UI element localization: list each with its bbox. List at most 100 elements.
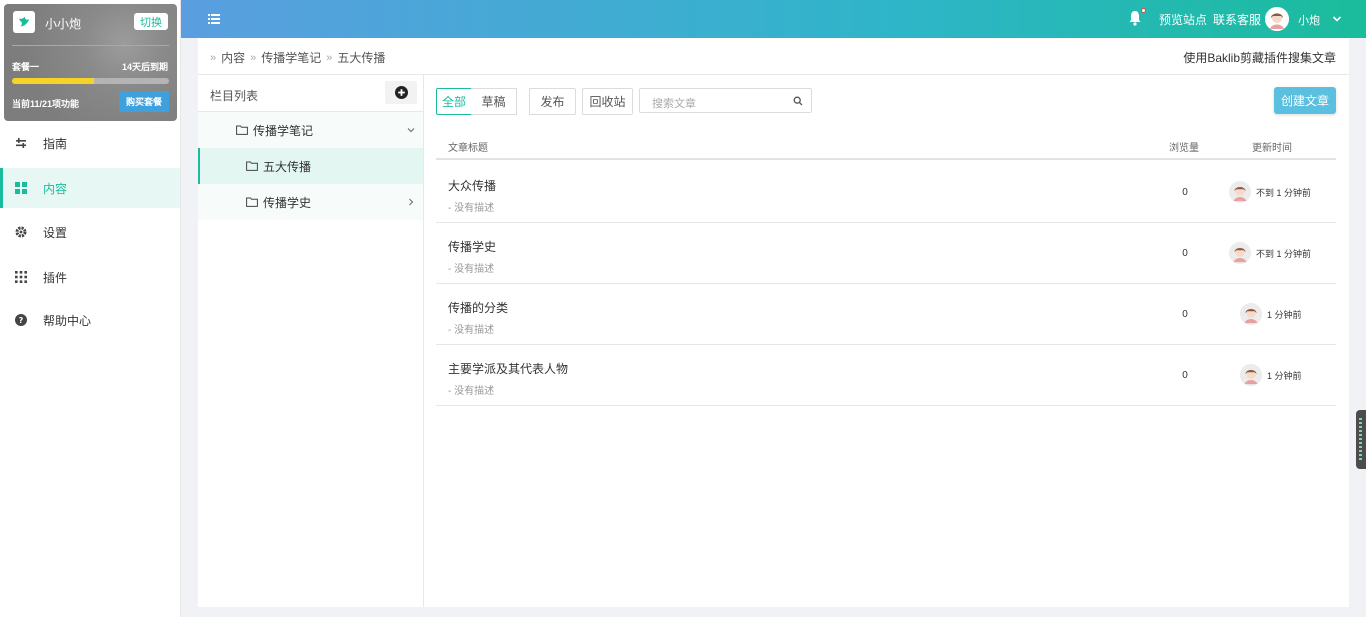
article-updated: 不到 1 分钟前 bbox=[1229, 242, 1311, 264]
updated-time: 不到 1 分钟前 bbox=[1256, 248, 1312, 259]
menu-list-icon[interactable] bbox=[208, 13, 220, 25]
column-header-title: 文章标题 bbox=[448, 143, 488, 154]
article-description: - 没有描述 bbox=[448, 386, 495, 397]
sidebar-item-settings[interactable]: 设置 bbox=[0, 212, 180, 252]
article-views: 0 bbox=[1182, 248, 1188, 259]
article-title[interactable]: 大众传播 bbox=[448, 177, 496, 194]
article-title[interactable]: 传播学史 bbox=[448, 238, 496, 255]
avatar bbox=[1229, 181, 1251, 203]
sidebar-item-label: 帮助中心 bbox=[43, 313, 92, 328]
plan-expire-text: 14天后到期 bbox=[121, 62, 168, 72]
notification-dot bbox=[1141, 8, 1146, 13]
tree-header: 栏目列表 bbox=[198, 75, 423, 112]
breadcrumb-item[interactable]: 内容 bbox=[221, 49, 245, 66]
article-description: - 没有描述 bbox=[448, 325, 495, 336]
account-name: 小小炮 bbox=[45, 17, 82, 31]
create-article-button[interactable]: 创建文章 bbox=[1274, 87, 1336, 114]
account-card: 小小炮 切换 套餐一 14天后到期 当前11/21项功能 购买套餐 bbox=[4, 4, 177, 121]
plan-usage-text: 当前11/21项功能 bbox=[12, 99, 80, 109]
sidebar-item-label: 内容 bbox=[43, 181, 68, 196]
plus-circle-icon bbox=[394, 86, 408, 99]
updated-time: 1 分钟前 bbox=[1267, 309, 1302, 320]
article-description: - 没有描述 bbox=[448, 264, 495, 275]
tree-node-label: 传播学史 bbox=[263, 195, 312, 210]
table-row[interactable]: 传播的分类 - 没有描述 0 1 分钟前 bbox=[436, 284, 1336, 345]
search-input[interactable]: 搜索文章 bbox=[639, 88, 812, 113]
article-list-panel: 全部 草稿 发布 回收站 搜索文章 创建文章 文章标题 浏览量 更新时间 大众传… bbox=[424, 75, 1349, 607]
article-updated: 1 分钟前 bbox=[1240, 303, 1302, 325]
article-views: 0 bbox=[1182, 187, 1188, 198]
column-header-updated: 更新时间 bbox=[1252, 143, 1292, 154]
sliders-icon bbox=[15, 137, 27, 149]
filter-published-button[interactable]: 发布 bbox=[529, 88, 576, 115]
breadcrumb-item: 五大传播 bbox=[337, 51, 386, 65]
article-description: - 没有描述 bbox=[448, 203, 495, 214]
plan-progress-bar bbox=[12, 78, 169, 84]
gear-icon bbox=[15, 226, 27, 238]
search-icon[interactable] bbox=[793, 96, 803, 106]
sidebar-item-help[interactable]: ? 帮助中心 bbox=[0, 300, 180, 340]
preview-site-link[interactable]: 预览站点 bbox=[1159, 11, 1207, 28]
table-row[interactable]: 主要学派及其代表人物 - 没有描述 0 1 分钟前 bbox=[436, 345, 1336, 406]
floating-side-widget[interactable] bbox=[1356, 410, 1366, 469]
filter-all-button[interactable]: 全部 bbox=[436, 88, 472, 115]
svg-text:?: ? bbox=[19, 316, 24, 325]
avatar[interactable] bbox=[1265, 7, 1289, 31]
dots-grid-icon bbox=[15, 271, 27, 283]
article-views: 0 bbox=[1182, 309, 1188, 320]
sidebar-item-guide[interactable]: 指南 bbox=[0, 123, 180, 163]
breadcrumb: » 内容 » 传播学笔记 » 五大传播 bbox=[210, 49, 385, 66]
filter-trash-button[interactable]: 回收站 bbox=[582, 88, 633, 115]
buy-plan-button[interactable]: 购买套餐 bbox=[119, 91, 169, 112]
breadcrumb-separator-icon: » bbox=[210, 51, 217, 64]
folder-icon bbox=[236, 125, 248, 135]
main-panel: » 内容 » 传播学笔记 » 五大传播 使用Baklib剪藏插件搜集文章 栏目列… bbox=[198, 38, 1349, 607]
user-name[interactable]: 小炮 bbox=[1298, 12, 1320, 28]
sidebar-item-content[interactable]: 内容 bbox=[0, 168, 180, 208]
column-header-views: 浏览量 bbox=[1169, 143, 1199, 154]
sidebar-item-label: 插件 bbox=[43, 270, 68, 285]
sidebar: 小小炮 切换 套餐一 14天后到期 当前11/21项功能 购买套餐 指南 内容 bbox=[0, 0, 181, 617]
folder-icon bbox=[246, 161, 258, 171]
tree-node-label: 传播学笔记 bbox=[253, 123, 314, 138]
sidebar-item-label: 设置 bbox=[43, 225, 68, 240]
table-row[interactable]: 大众传播 - 没有描述 0 不到 1 分钟前 bbox=[436, 162, 1336, 223]
breadcrumb-separator-icon: » bbox=[326, 51, 333, 64]
article-title[interactable]: 传播的分类 bbox=[448, 299, 508, 316]
tree-title: 栏目列表 bbox=[210, 89, 259, 103]
plan-name: 套餐一 bbox=[12, 62, 40, 72]
chevron-right-icon[interactable] bbox=[407, 198, 415, 206]
divider bbox=[12, 45, 169, 46]
table-row[interactable]: 传播学史 - 没有描述 0 不到 1 分钟前 bbox=[436, 223, 1336, 284]
chevron-down-icon[interactable] bbox=[407, 126, 415, 134]
top-header: 预览站点 联系客服 小炮 bbox=[181, 0, 1366, 38]
sidebar-item-plugins[interactable]: 插件 bbox=[0, 257, 180, 297]
avatar bbox=[1240, 303, 1262, 325]
chevron-down-icon[interactable] bbox=[1332, 14, 1342, 24]
article-updated: 1 分钟前 bbox=[1240, 364, 1302, 386]
tree-node[interactable]: 传播学笔记 bbox=[198, 112, 423, 148]
updated-time: 不到 1 分钟前 bbox=[1256, 187, 1312, 198]
question-circle-icon: ? bbox=[15, 314, 27, 326]
contact-support-link[interactable]: 联系客服 bbox=[1213, 11, 1261, 28]
equalizer-icon bbox=[1359, 418, 1362, 461]
breadcrumb-separator-icon: » bbox=[250, 51, 257, 64]
sidebar-item-label: 指南 bbox=[43, 136, 68, 151]
table-header: 文章标题 浏览量 更新时间 bbox=[436, 130, 1336, 160]
breadcrumb-item[interactable]: 传播学笔记 bbox=[261, 49, 321, 66]
clip-plugin-link[interactable]: 使用Baklib剪藏插件搜集文章 bbox=[1183, 49, 1336, 66]
filter-draft-button[interactable]: 草稿 bbox=[471, 88, 517, 115]
column-tree: 栏目列表 传播学笔记 五大传播 传播学史 bbox=[198, 75, 424, 607]
plan-progress-fill bbox=[12, 78, 94, 84]
breadcrumb-bar: » 内容 » 传播学笔记 » 五大传播 使用Baklib剪藏插件搜集文章 bbox=[198, 38, 1349, 75]
tree-node[interactable]: 传播学史 bbox=[198, 184, 423, 220]
switch-button[interactable]: 切换 bbox=[134, 13, 168, 30]
avatar bbox=[1240, 364, 1262, 386]
bell-icon[interactable] bbox=[1128, 10, 1142, 26]
article-views: 0 bbox=[1182, 370, 1188, 381]
search-placeholder: 搜索文章 bbox=[652, 98, 696, 110]
brand-logo-icon bbox=[13, 11, 35, 33]
article-title[interactable]: 主要学派及其代表人物 bbox=[448, 360, 568, 377]
add-column-button[interactable] bbox=[385, 81, 417, 104]
tree-node[interactable]: 五大传播 bbox=[198, 148, 423, 184]
